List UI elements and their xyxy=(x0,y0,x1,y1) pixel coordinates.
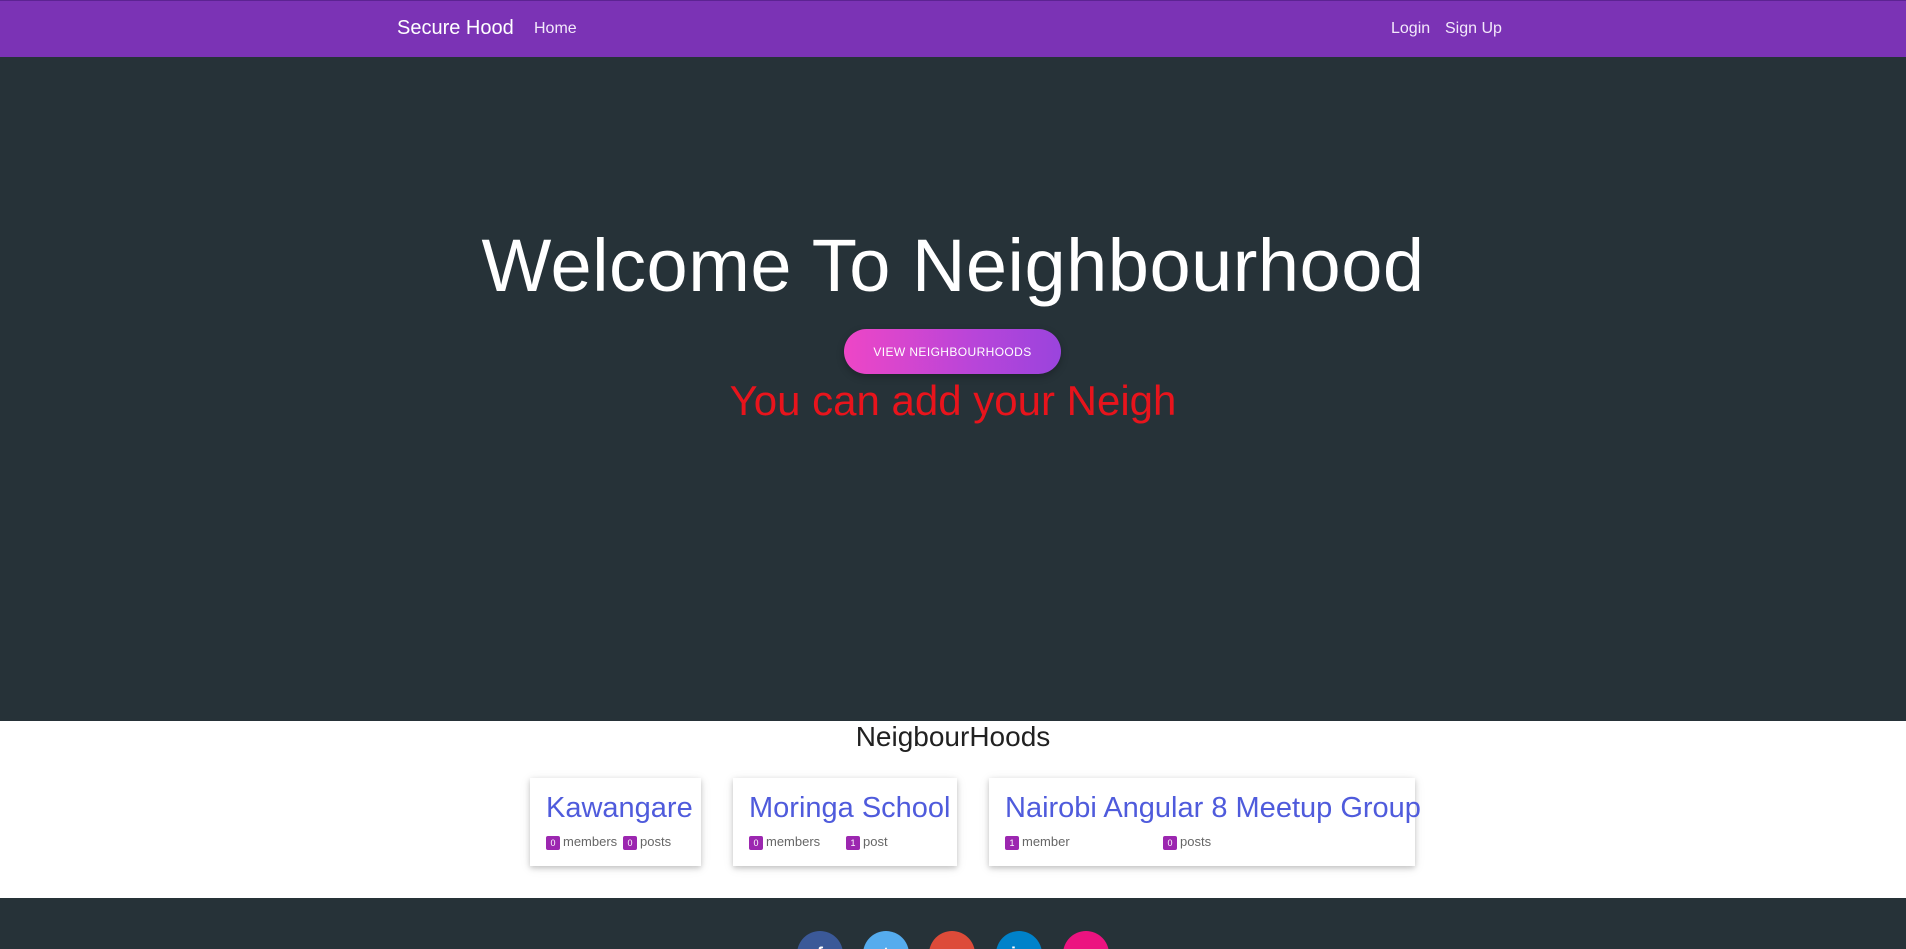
posts-count-badge: 0 xyxy=(1163,836,1177,850)
posts-label: posts xyxy=(1180,834,1212,849)
neighbourhood-card[interactable]: Moringa School 0 members 1 post xyxy=(733,778,957,866)
hero-title: Welcome To Neighbourhood xyxy=(481,224,1425,307)
neighbourhood-name-link[interactable]: Nairobi Angular 8 Meetup Group xyxy=(1005,792,1421,825)
nav-home-link[interactable]: Home xyxy=(534,20,577,38)
posts-stat: 0 posts xyxy=(623,834,671,850)
hero-subtitle: You can add your Neigh xyxy=(729,377,1177,424)
top-navbar: Secure Hood Home Login Sign Up xyxy=(0,0,1906,57)
posts-count-badge: 1 xyxy=(846,836,860,850)
neighbourhood-card[interactable]: Nairobi Angular 8 Meetup Group 1 member 0… xyxy=(989,778,1421,866)
posts-label: post xyxy=(863,834,888,849)
facebook-icon[interactable]: f xyxy=(797,931,843,949)
members-label: member xyxy=(1022,834,1070,849)
members-stat: 1 member xyxy=(1005,834,1070,850)
view-neighbourhoods-button[interactable]: VIEW NEIGHBOURHOODS xyxy=(844,329,1061,374)
nav-login-link[interactable]: Login xyxy=(1391,20,1430,38)
neighbourhood-name-link[interactable]: Kawangare xyxy=(546,792,693,825)
nav-signup-link[interactable]: Sign Up xyxy=(1445,20,1502,38)
members-stat: 0 members xyxy=(546,834,617,850)
pinterest-icon[interactable]: p xyxy=(1063,931,1109,949)
members-label: members xyxy=(563,834,618,849)
members-count-badge: 0 xyxy=(546,836,560,850)
posts-stat: 0 posts xyxy=(1163,834,1211,850)
brand-logo-link[interactable]: Secure Hood xyxy=(397,17,514,40)
posts-stat: 1 post xyxy=(846,834,888,850)
linkedin-icon[interactable]: in xyxy=(996,931,1042,949)
google-plus-icon[interactable]: g xyxy=(929,931,975,949)
members-stat: 0 members xyxy=(749,834,820,850)
page-footer: f t g in p xyxy=(0,898,1906,949)
members-count-badge: 0 xyxy=(749,836,763,850)
neighbourhoods-section-title: NeigbourHoods xyxy=(855,721,1051,752)
members-count-badge: 1 xyxy=(1005,836,1019,850)
hero-section: Welcome To Neighbourhood VIEW NEIGHBOURH… xyxy=(0,57,1906,721)
twitter-icon[interactable]: t xyxy=(863,931,909,949)
posts-count-badge: 0 xyxy=(623,836,637,850)
members-label: members xyxy=(766,834,821,849)
neighbourhood-name-link[interactable]: Moringa School xyxy=(749,792,951,825)
neighbourhood-card[interactable]: Kawangare 0 members 0 posts xyxy=(530,778,701,866)
posts-label: posts xyxy=(640,834,672,849)
